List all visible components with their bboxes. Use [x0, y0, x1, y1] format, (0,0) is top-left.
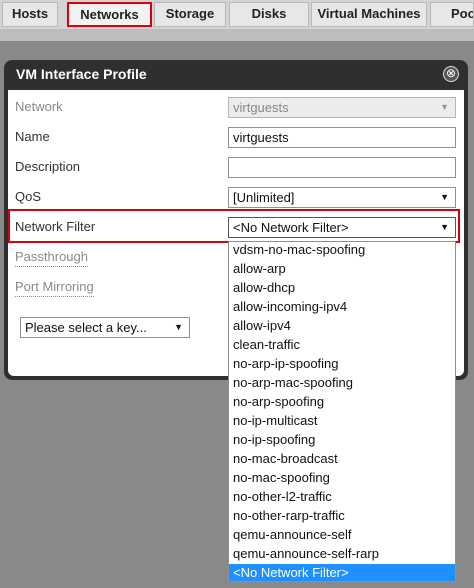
network-filter-select[interactable]: <No Network Filter> ▼ — [228, 217, 456, 238]
network-filter-option[interactable]: allow-ipv4 — [229, 317, 455, 336]
tab-hosts[interactable]: Hosts — [2, 2, 58, 27]
network-filter-option[interactable]: <No Network Filter> — [229, 564, 455, 581]
port-mirroring-label: Port Mirroring — [15, 279, 94, 297]
network-filter-option[interactable]: qemu-announce-self-rarp — [229, 545, 455, 564]
qos-label: QoS — [15, 189, 42, 204]
network-filter-option[interactable]: vdsm-no-mac-spoofing — [229, 242, 455, 260]
network-label: Network — [15, 99, 63, 114]
chevron-down-icon: ▼ — [440, 192, 449, 202]
network-filter-dropdown-list[interactable]: vdsm-no-mac-spoofing allow-arp allow-dhcp a… — [228, 241, 456, 582]
chevron-down-icon: ▼ — [174, 322, 183, 332]
network-filter-option[interactable]: no-other-rarp-traffic — [229, 507, 455, 526]
network-filter-label: Network Filter — [15, 219, 96, 234]
network-filter-option[interactable]: no-arp-ip-spoofing — [229, 355, 455, 374]
network-select: virtguests ▼ — [228, 97, 456, 118]
name-label: Name — [15, 129, 50, 144]
tab-disks[interactable]: Disks — [229, 2, 309, 27]
network-filter-option[interactable]: clean-traffic — [229, 336, 455, 355]
tab-virtual-machines[interactable]: Virtual Machines — [311, 2, 427, 27]
network-filter-option[interactable]: allow-arp — [229, 260, 455, 279]
network-filter-option[interactable]: no-ip-spoofing — [229, 431, 455, 450]
network-filter-option[interactable]: no-mac-broadcast — [229, 450, 455, 469]
description-input[interactable] — [228, 157, 456, 178]
network-filter-option[interactable]: allow-dhcp — [229, 279, 455, 298]
key-select-value: Please select a key... — [25, 320, 147, 335]
name-input[interactable]: virtguests — [228, 127, 456, 148]
description-label: Description — [15, 159, 81, 174]
chevron-down-icon: ▼ — [440, 222, 449, 232]
chevron-down-icon: ▼ — [440, 102, 449, 112]
network-select-value: virtguests — [233, 100, 289, 115]
network-filter-option[interactable]: no-arp-mac-spoofing — [229, 374, 455, 393]
tab-pools[interactable]: Poo — [430, 2, 474, 27]
network-filter-option[interactable]: no-arp-spoofing — [229, 393, 455, 412]
tab-bar-shadow — [0, 29, 474, 41]
network-filter-option[interactable]: no-other-l2-traffic — [229, 488, 455, 507]
main-tab-bar: Hosts Networks Storage Disks Virtual Mac… — [0, 0, 474, 29]
custom-property-key-select[interactable]: Please select a key... ▼ — [20, 317, 190, 338]
close-icon[interactable]: ⊗ — [443, 66, 459, 82]
qos-select[interactable]: [Unlimited] ▼ — [228, 187, 456, 208]
tab-networks[interactable]: Networks — [67, 2, 152, 27]
passthrough-label: Passthrough — [15, 249, 88, 267]
network-filter-option[interactable]: qemu-announce-self — [229, 526, 455, 545]
network-filter-option[interactable]: no-ip-multicast — [229, 412, 455, 431]
qos-select-value: [Unlimited] — [233, 190, 295, 205]
network-filter-select-value: <No Network Filter> — [233, 220, 349, 235]
network-filter-option[interactable]: allow-incoming-ipv4 — [229, 298, 455, 317]
tab-storage[interactable]: Storage — [154, 2, 226, 27]
network-filter-option[interactable]: no-mac-spoofing — [229, 469, 455, 488]
dialog-title: VM Interface Profile — [16, 66, 147, 82]
